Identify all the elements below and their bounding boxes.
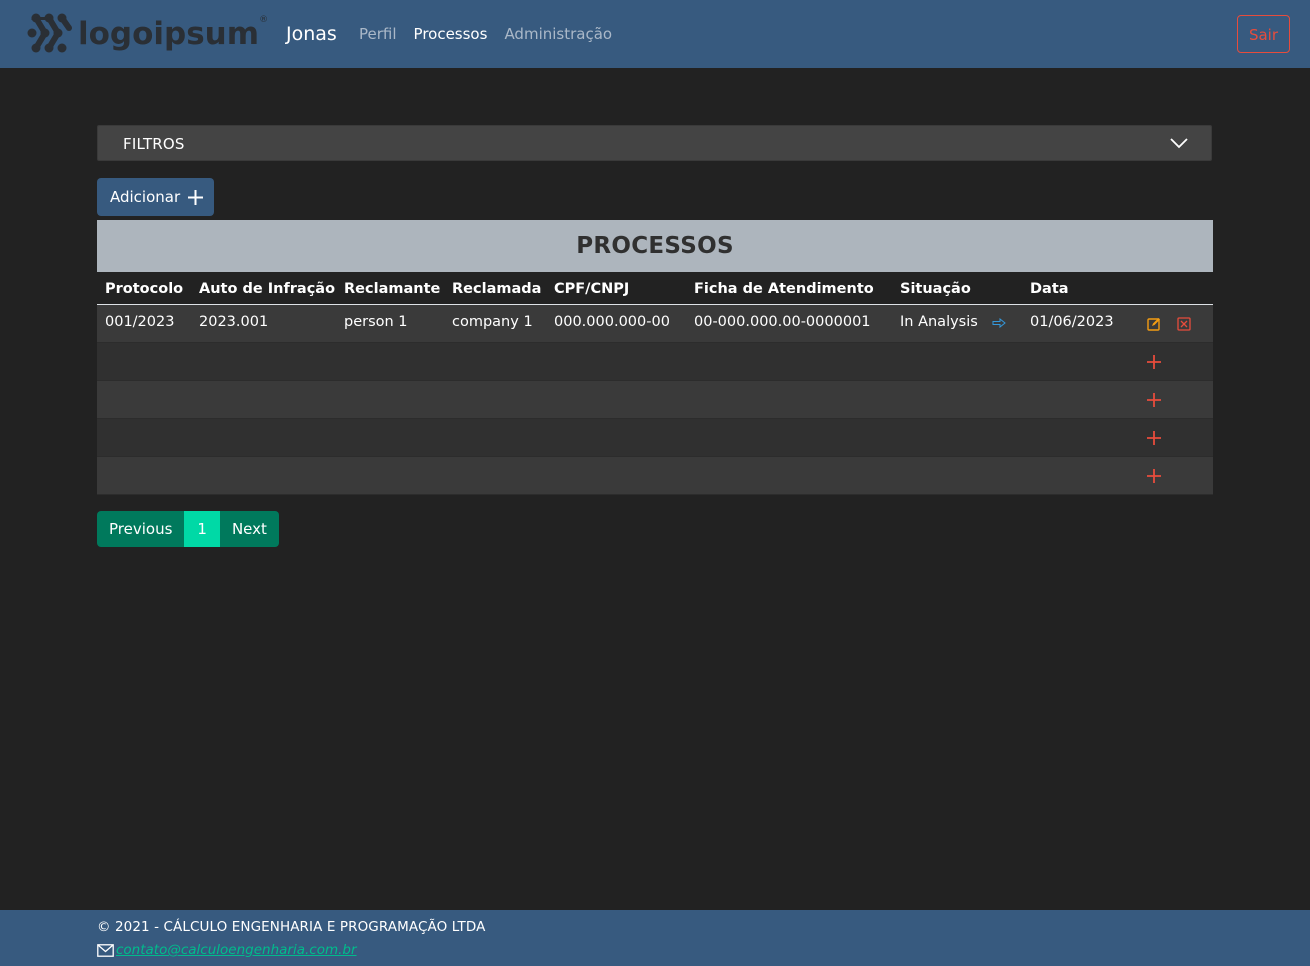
- nav-links: Perfil Processos Administração: [359, 24, 629, 44]
- cell-auto-infracao: 2023.001: [199, 314, 269, 330]
- chevron-down-icon[interactable]: [1170, 136, 1188, 150]
- nav-link-perfil[interactable]: Perfil: [359, 24, 397, 44]
- cell-situacao: In Analysis: [900, 314, 978, 330]
- plus-icon: [188, 189, 204, 205]
- table-row-empty: [97, 457, 1213, 495]
- add-button[interactable]: Adicionar: [97, 178, 214, 216]
- header-cpf-cnpj: CPF/CNPJ: [554, 281, 630, 297]
- footer-contact: contato@calculoengenharia.com.br: [97, 941, 357, 959]
- add-row-plus-icon[interactable]: [1146, 468, 1162, 484]
- header-reclamada: Reclamada: [452, 281, 542, 297]
- cell-data: 01/06/2023: [1030, 314, 1114, 330]
- table-header: Protocolo Auto de Infração Reclamante Re…: [97, 272, 1213, 305]
- edit-icon[interactable]: [1147, 317, 1161, 331]
- add-row-plus-icon[interactable]: [1146, 430, 1162, 446]
- brand-name: logoipsum: [78, 15, 260, 52]
- footer: © 2021 - CÁLCULO ENGENHARIA E PROGRAMAÇÃ…: [0, 910, 1310, 966]
- pagination-page-1[interactable]: 1: [184, 511, 220, 547]
- header-protocolo: Protocolo: [105, 281, 184, 297]
- nav-link-administracao[interactable]: Administração: [504, 24, 612, 44]
- logout-button[interactable]: Sair: [1237, 15, 1290, 53]
- nav-link-processos[interactable]: Processos: [414, 24, 488, 44]
- pagination-next[interactable]: Next: [219, 511, 279, 547]
- add-row-plus-icon[interactable]: [1146, 392, 1162, 408]
- pagination: Previous 1 Next: [97, 511, 279, 547]
- brand-registered-mark: ®: [259, 15, 269, 25]
- header-data: Data: [1030, 281, 1069, 297]
- header-ficha-atendimento: Ficha de Atendimento: [694, 281, 874, 297]
- cell-cpf-cnpj: 000.000.000-00: [554, 314, 670, 330]
- cell-protocolo: 001/2023: [105, 314, 175, 330]
- filters-accordion[interactable]: FILTROS: [97, 125, 1212, 161]
- footer-email-link[interactable]: contato@calculoengenharia.com.br: [116, 941, 357, 959]
- navbar: logoipsum ® Jonas Perfil Processos Admin…: [0, 0, 1310, 68]
- arrow-right-icon[interactable]: [992, 318, 1006, 328]
- table-row-empty: [97, 343, 1213, 381]
- cell-reclamante: person 1: [344, 314, 408, 330]
- add-button-label: Adicionar: [110, 188, 181, 206]
- table-row-empty: [97, 381, 1213, 419]
- brand-logo[interactable]: logoipsum ®: [26, 11, 268, 57]
- logo-icon: [27, 13, 72, 53]
- table-row: 001/2023 2023.001 person 1 company 1 000…: [97, 305, 1213, 343]
- user-name: Jonas: [286, 23, 337, 45]
- header-situacao: Situação: [900, 281, 971, 297]
- footer-copyright: © 2021 - CÁLCULO ENGENHARIA E PROGRAMAÇÃ…: [97, 919, 486, 935]
- pagination-previous[interactable]: Previous: [97, 511, 185, 547]
- delete-icon[interactable]: [1177, 317, 1191, 331]
- envelope-icon: [97, 943, 114, 957]
- filters-label: FILTROS: [123, 135, 185, 153]
- cell-reclamada: company 1: [452, 314, 533, 330]
- processes-table: PROCESSOS Protocolo Auto de Infração Rec…: [97, 220, 1213, 495]
- header-reclamante: Reclamante: [344, 281, 441, 297]
- table-title: PROCESSOS: [97, 220, 1213, 272]
- table-row-empty: [97, 419, 1213, 457]
- add-row-plus-icon[interactable]: [1146, 354, 1162, 370]
- cell-ficha-atendimento: 00-000.000.00-0000001: [694, 314, 871, 330]
- header-auto-infracao: Auto de Infração: [199, 281, 336, 297]
